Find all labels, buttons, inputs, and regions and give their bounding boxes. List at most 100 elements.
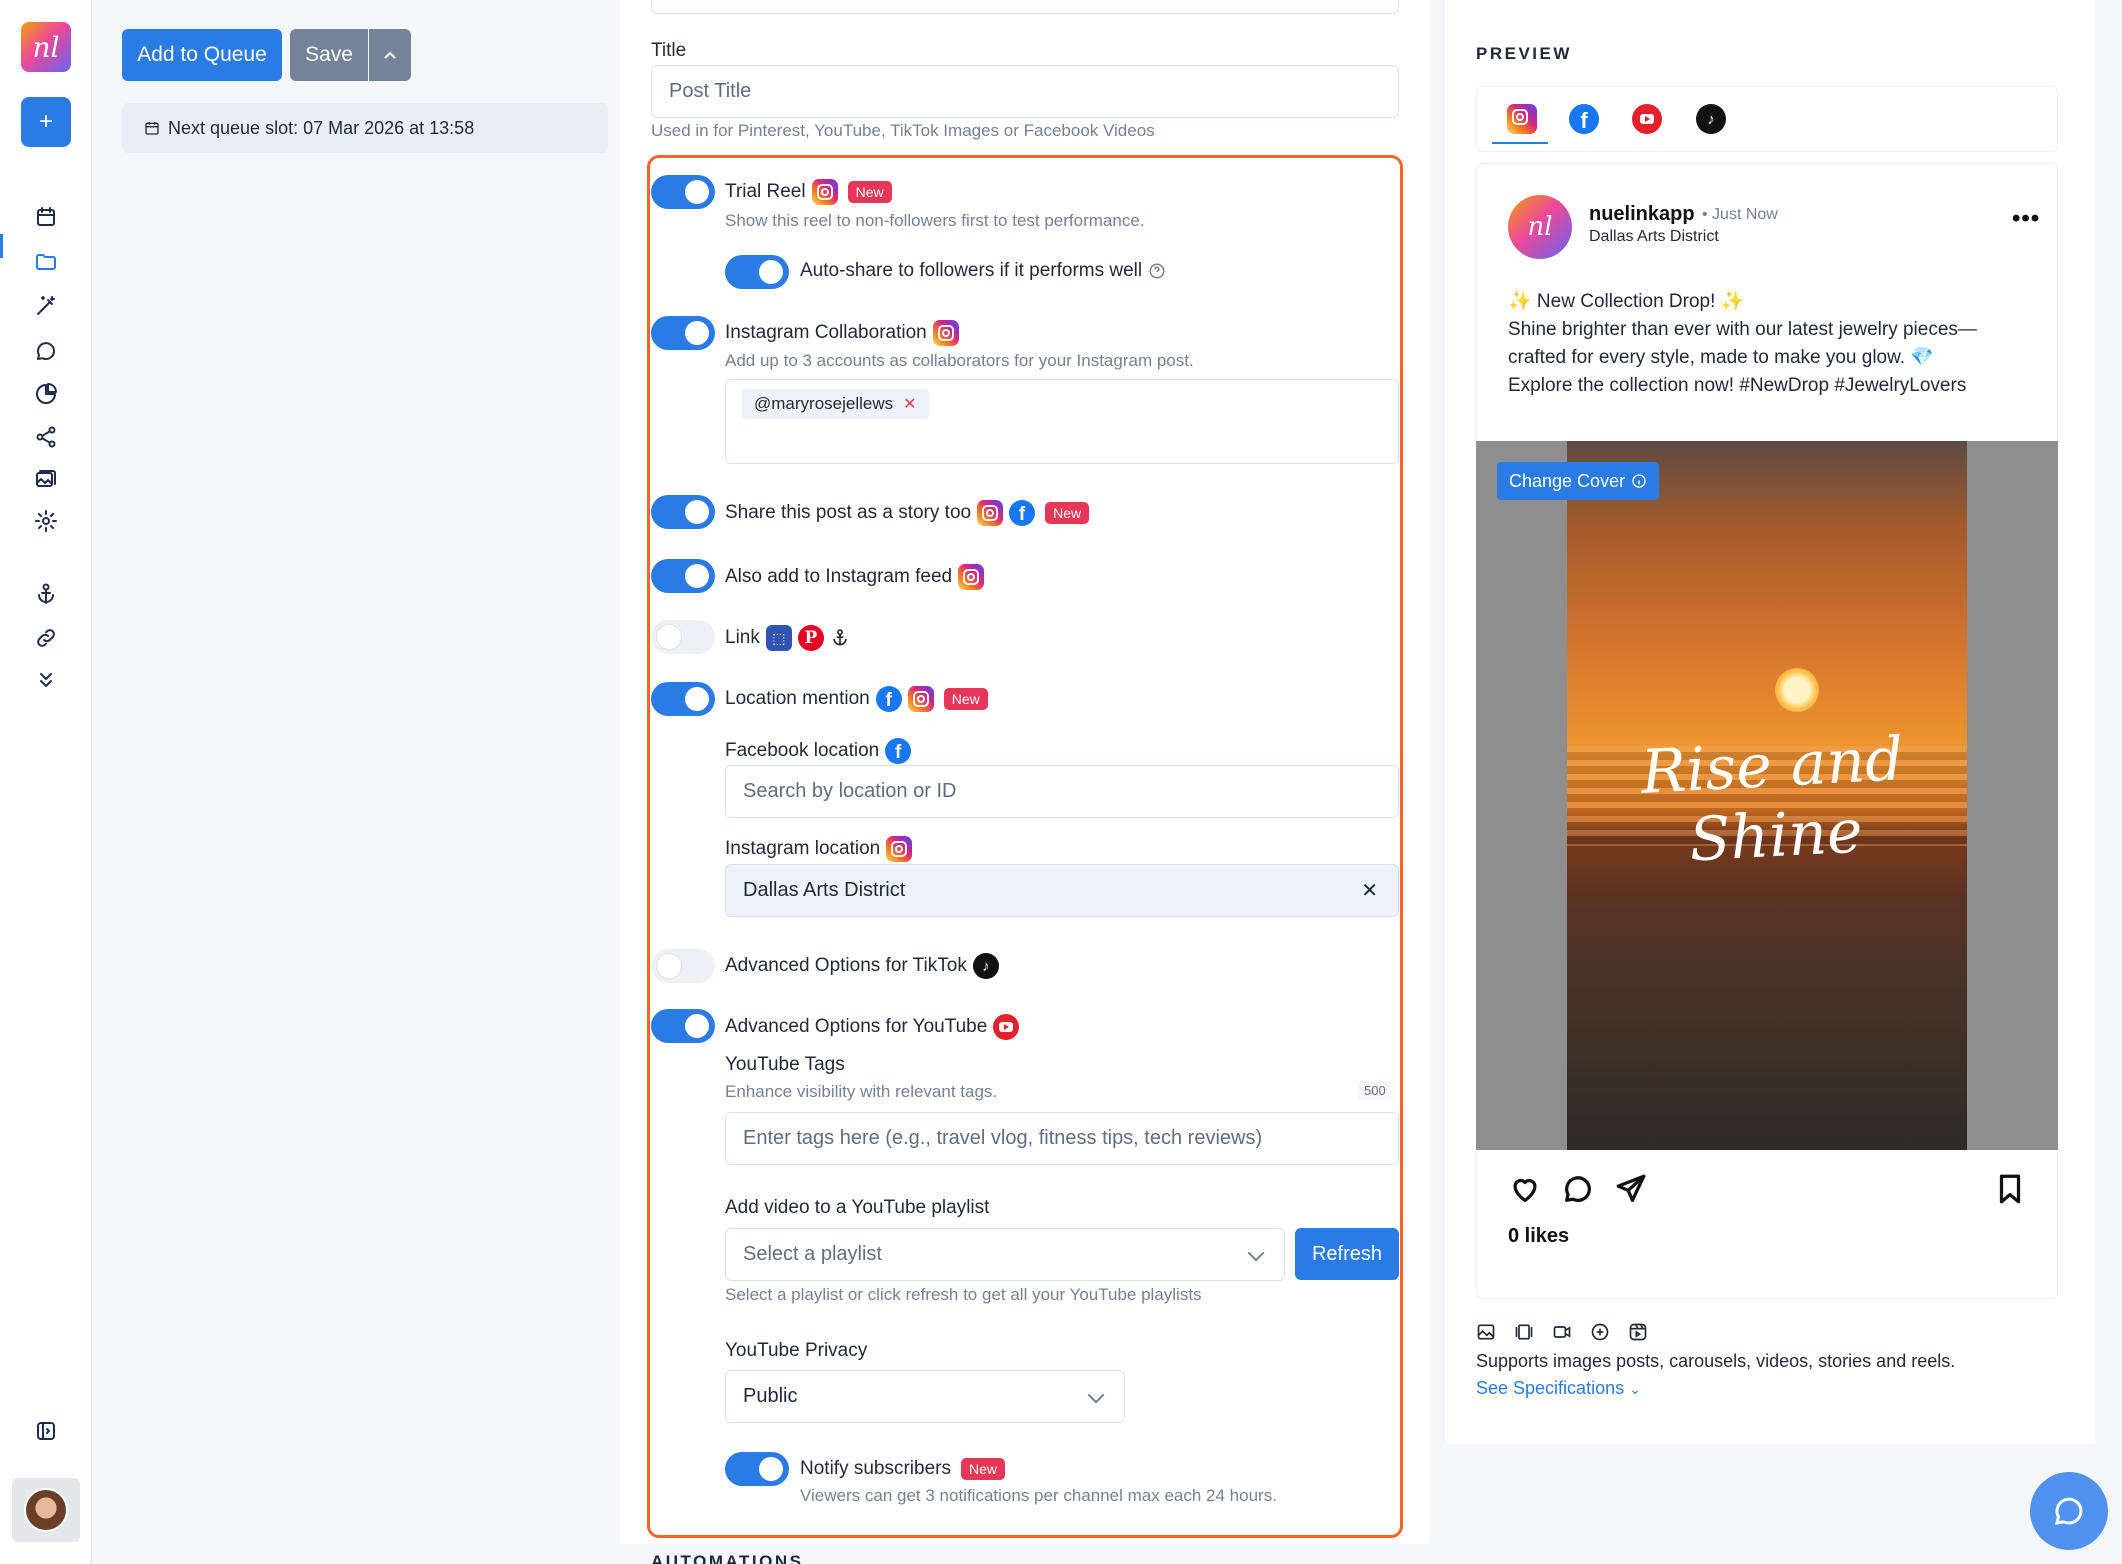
sidebar-toggle-icon[interactable] — [30, 1415, 62, 1447]
title-hint: Used in for Pinterest, YouTube, TikTok I… — [651, 121, 1155, 140]
chevron-down-icon — [1247, 1244, 1265, 1262]
clear-icon[interactable]: ✕ — [1361, 878, 1378, 903]
tiktok-row: Advanced Options for TikTok ♪ — [725, 953, 999, 979]
user-avatar[interactable] — [12, 1478, 80, 1542]
pie-chart-icon[interactable] — [30, 378, 62, 410]
add-to-queue-button[interactable]: Add to Queue — [122, 29, 282, 81]
chevron-down-icon: ⌄ — [1629, 1381, 1641, 1397]
anchor-icon — [833, 629, 847, 646]
change-cover-label: Change Cover — [1509, 470, 1626, 491]
story-toggle[interactable] — [651, 495, 715, 529]
notify-row: Notify subscribers New — [800, 1458, 1006, 1480]
change-cover-button[interactable]: Change Cover — [1497, 462, 1660, 500]
create-post-button[interactable]: + — [21, 97, 71, 147]
post-time: • Just Now — [1702, 206, 1778, 223]
facebook-icon: f — [875, 686, 902, 712]
link-icon[interactable] — [30, 622, 62, 654]
title-label: Title — [651, 40, 687, 61]
save-button[interactable]: Save — [290, 29, 368, 81]
more-options-icon[interactable]: ••• — [2012, 205, 2040, 233]
help-circle-icon[interactable] — [1148, 262, 1166, 280]
save-options-button[interactable] — [369, 29, 411, 81]
sun — [1775, 668, 1819, 712]
chevron-up-icon — [384, 51, 396, 59]
tiktok-toggle[interactable] — [651, 949, 715, 983]
title-input[interactable]: Post Title — [651, 65, 1399, 118]
youtube-toggle[interactable] — [651, 1009, 715, 1043]
post-avatar: nl — [1508, 195, 1572, 259]
magic-wand-icon[interactable] — [30, 290, 62, 322]
likes-count: 0 likes — [1508, 1225, 1570, 1247]
comment-icon[interactable] — [1561, 1172, 1595, 1212]
facebook-location-label: Facebook location — [725, 740, 880, 761]
tiktok-tab-icon[interactable]: ♪ — [1696, 104, 1726, 134]
yt-tags-placeholder: Enter tags here (e.g., travel vlog, fitn… — [743, 1127, 1263, 1149]
active-tab-indicator — [1492, 142, 1548, 144]
instagram-location-value: Dallas Arts District — [743, 879, 906, 901]
calendar-icon[interactable] — [30, 201, 62, 233]
location-toggle[interactable] — [651, 682, 715, 716]
auto-share-toggle[interactable] — [725, 255, 789, 289]
facebook-icon: f — [1009, 500, 1036, 526]
yt-tags-label: YouTube Tags — [725, 1054, 845, 1075]
video-icon — [1553, 1326, 1571, 1338]
instagram-location-select[interactable]: Dallas Arts District ✕ — [725, 864, 1399, 917]
refresh-button[interactable]: Refresh — [1295, 1228, 1399, 1280]
folder-icon[interactable] — [30, 246, 62, 278]
tiktok-icon: ♪ — [972, 953, 999, 979]
notify-toggle[interactable] — [725, 1452, 789, 1486]
post-username: nuelinkapp — [1589, 203, 1695, 225]
facebook-location-input[interactable]: Search by location or ID — [725, 765, 1399, 818]
privacy-label: YouTube Privacy — [725, 1340, 868, 1361]
chevrons-down-icon[interactable] — [30, 664, 62, 696]
playlist-select[interactable]: Select a playlist — [725, 1228, 1285, 1281]
story-label: Share this post as a story too — [725, 502, 972, 523]
new-badge: New — [847, 181, 892, 203]
chat-support-button[interactable] — [2030, 1472, 2108, 1550]
link-toggle[interactable] — [651, 620, 715, 654]
instagram-tab-icon[interactable] — [1507, 104, 1537, 134]
see-specifications-link[interactable]: See Specifications ⌄ — [1476, 1378, 1641, 1399]
chat-icon[interactable] — [30, 335, 62, 367]
gallery-icon[interactable] — [30, 464, 62, 496]
collaboration-toggle[interactable] — [651, 316, 715, 350]
caption-line: ✨ New Collection Drop! ✨ — [1508, 291, 1745, 312]
collaborator-chip: @maryrosejellews ✕ — [742, 389, 929, 419]
feed-toggle[interactable] — [651, 559, 715, 593]
facebook-location-row: Facebook location f — [725, 738, 912, 764]
instagram-icon — [907, 686, 934, 712]
gear-icon[interactable] — [30, 505, 62, 537]
youtube-tab-icon[interactable] — [1632, 104, 1662, 134]
remove-chip-icon[interactable]: ✕ — [903, 394, 916, 414]
reel-icon — [1629, 1323, 1647, 1341]
trial-reel-row: Trial Reel New — [725, 179, 892, 205]
collaboration-label: Instagram Collaboration — [725, 322, 927, 343]
send-icon[interactable] — [1614, 1172, 1648, 1212]
share-icon[interactable] — [30, 421, 62, 453]
trial-reel-label: Trial Reel — [725, 181, 806, 202]
yt-tags-counter: 500 — [1358, 1081, 1392, 1100]
youtube-label: Advanced Options for YouTube — [725, 1016, 988, 1037]
caption-line: Shine brighter than ever with our latest… — [1508, 319, 1977, 340]
instagram-icon — [932, 320, 959, 346]
tiktok-label: Advanced Options for TikTok — [725, 955, 967, 976]
anchor-icon[interactable] — [30, 578, 62, 610]
like-icon[interactable] — [1508, 1172, 1542, 1212]
pinterest-icon: P — [797, 625, 824, 651]
instagram-location-label: Instagram location — [725, 838, 881, 859]
instagram-location-row: Instagram location — [725, 836, 913, 862]
app-logo[interactable]: nl — [21, 22, 71, 72]
facebook-location-placeholder: Search by location or ID — [743, 780, 957, 802]
privacy-select[interactable]: Public — [725, 1370, 1125, 1423]
post-caption: ✨ New Collection Drop! ✨ Shine brighter … — [1508, 288, 2028, 400]
preview-title: PREVIEW — [1476, 44, 1572, 63]
feed-label: Also add to Instagram feed — [725, 566, 953, 587]
instagram-icon — [977, 500, 1004, 526]
trial-reel-toggle[interactable] — [651, 175, 715, 209]
facebook-tab-icon[interactable]: f — [1569, 104, 1599, 134]
preview-tabs — [1476, 86, 2058, 152]
youtube-row: Advanced Options for YouTube — [725, 1014, 1020, 1040]
yt-tags-input[interactable]: Enter tags here (e.g., travel vlog, fitn… — [725, 1112, 1399, 1165]
auto-share-row: Auto-share to followers if it performs w… — [800, 260, 1166, 282]
bookmark-icon[interactable] — [1993, 1172, 2027, 1212]
